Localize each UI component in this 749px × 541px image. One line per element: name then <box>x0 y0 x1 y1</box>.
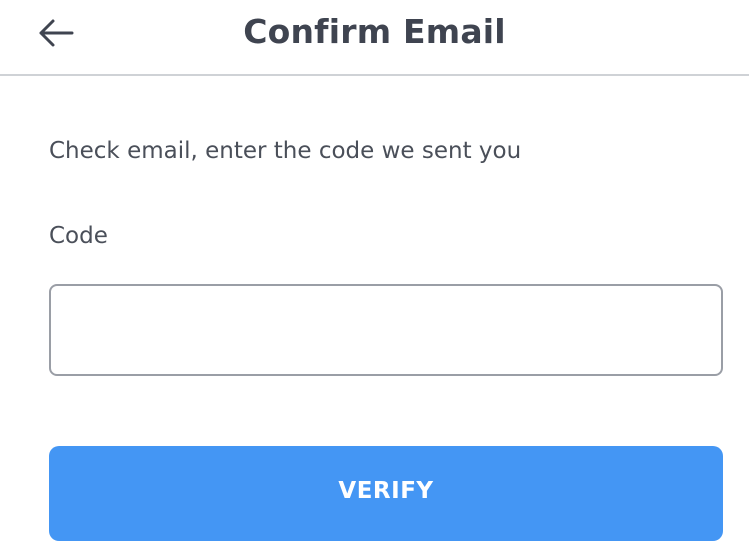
instruction-text: Check email, enter the code we sent you <box>49 138 522 164</box>
verify-button[interactable]: VERIFY <box>49 446 723 541</box>
code-input[interactable] <box>49 284 723 376</box>
code-field-label: Code <box>49 223 108 249</box>
app-header: Confirm Email <box>0 0 749 76</box>
page-title: Confirm Email <box>243 12 506 51</box>
